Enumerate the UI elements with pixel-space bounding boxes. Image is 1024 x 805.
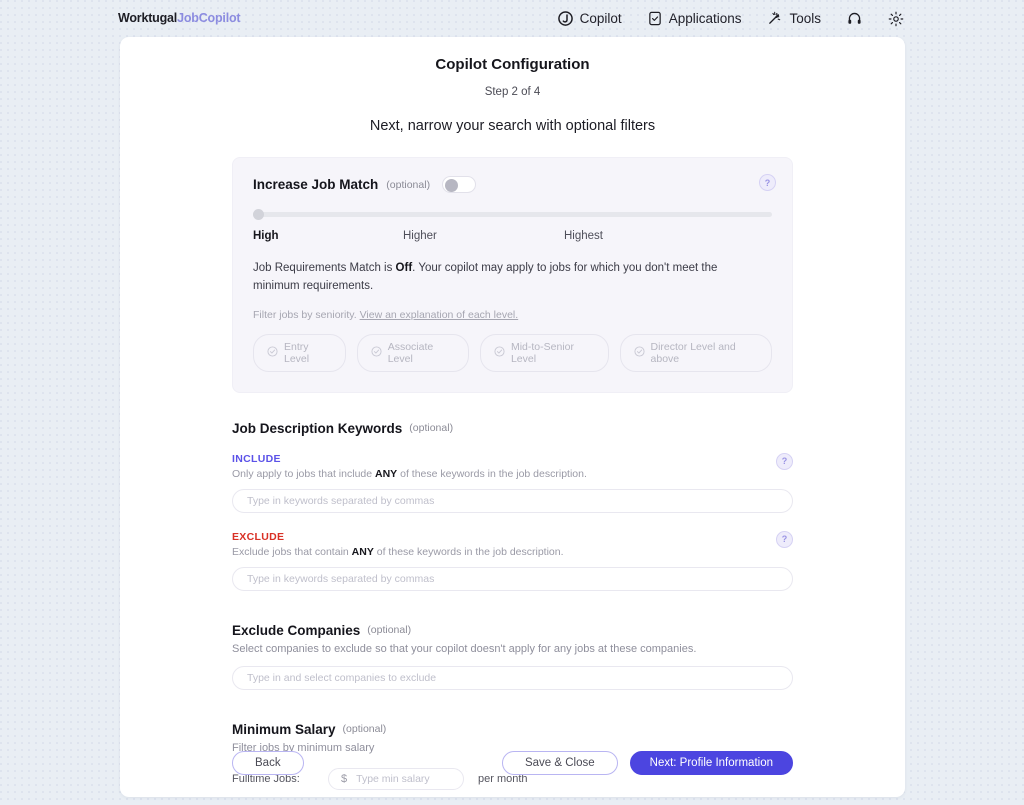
applications-icon: [648, 11, 662, 26]
chip-label: Entry Level: [284, 340, 310, 365]
step-indicator: Step 2 of 4: [484, 86, 541, 98]
gear-icon[interactable]: [888, 11, 904, 27]
nav-item-tools[interactable]: Tools: [767, 11, 821, 26]
job-match-scale: High Higher Highest: [253, 230, 772, 242]
exclude-companies-optional-label: (optional): [367, 624, 412, 637]
exclude-companies-hint: Select companies to exclude so that your…: [232, 642, 697, 655]
page-title: Copilot Configuration: [435, 56, 590, 73]
check-circle-icon: [494, 346, 505, 360]
job-description-keywords-section: Job Description Keywords (optional) ? IN…: [232, 421, 793, 591]
include-hint-prefix: Only apply to jobs that include: [232, 467, 376, 480]
copilot-icon: [557, 11, 573, 26]
include-keywords-group: ? INCLUDE Only apply to jobs that includ…: [232, 452, 793, 513]
job-match-toggle[interactable]: [442, 176, 477, 193]
check-circle-icon: [633, 346, 645, 360]
keywords-optional-label: (optional): [409, 422, 454, 435]
exclude-hint-prefix: Exclude jobs that contain: [232, 545, 352, 558]
description-state: Off: [395, 262, 413, 274]
nav-item-applications[interactable]: Applications: [648, 11, 742, 26]
tools-icon: [767, 11, 782, 26]
scale-label-high: High: [253, 230, 279, 242]
scale-label-highest: Highest: [564, 230, 603, 242]
description-prefix: Job Requirements Match is: [253, 262, 396, 274]
exclude-hint-strong: ANY: [351, 545, 374, 558]
exclude-companies-title: Exclude Companies: [232, 622, 361, 638]
seniority-note-text: Filter jobs by seniority.: [253, 308, 360, 321]
chip-label: Mid-to-Senior Level: [510, 340, 574, 365]
exclude-companies-input[interactable]: [232, 665, 793, 690]
chip-associate-level[interactable]: Associate Level: [356, 333, 469, 372]
minimum-salary-header: Minimum Salary (optional): [232, 722, 793, 737]
job-match-header: Increase Job Match (optional): [253, 176, 772, 193]
nav-item-copilot[interactable]: Copilot: [557, 11, 622, 26]
configuration-card: Copilot Configuration Step 2 of 4 Next, …: [120, 37, 905, 797]
filters-form: ? Increase Job Match (optional) High Hig…: [232, 157, 793, 790]
include-keywords-input[interactable]: [232, 488, 793, 513]
chip-director-level-and-above[interactable]: Director Level and above: [619, 333, 772, 372]
top-bar: WorktugalJobCopilot Copilot Applications…: [0, 0, 1024, 37]
minimum-salary-optional-label: (optional): [342, 723, 387, 736]
main-navigation: Copilot Applications Tools: [557, 0, 904, 37]
job-match-optional-label: (optional): [386, 178, 431, 191]
card-footer: Back Save & Close Next: Profile Informat…: [232, 751, 793, 775]
include-label: INCLUDE: [232, 452, 281, 465]
check-circle-icon: [267, 346, 278, 360]
seniority-explanation-link[interactable]: View an explanation of each level.: [360, 309, 519, 321]
exclude-label: EXCLUDE: [232, 530, 285, 543]
nav-label-tools: Tools: [789, 11, 821, 26]
job-match-help-icon[interactable]: ?: [759, 174, 776, 191]
include-hint: Only apply to jobs that include ANY of t…: [232, 468, 793, 480]
app-logo[interactable]: WorktugalJobCopilot: [118, 11, 241, 25]
include-hint-strong: ANY: [375, 467, 398, 480]
keywords-title: Job Description Keywords: [232, 420, 403, 436]
toggle-knob: [445, 178, 459, 192]
seniority-note: Filter jobs by seniority. View an explan…: [253, 309, 772, 321]
exclude-hint: Exclude jobs that contain ANY of these k…: [232, 546, 793, 558]
chip-label: Associate Level: [387, 340, 434, 365]
include-hint-suffix: of these keywords in the job description…: [397, 467, 587, 480]
slider-thumb[interactable]: [253, 209, 264, 220]
job-match-slider[interactable]: [253, 209, 772, 220]
page-subtitle: Next, narrow your search with optional f…: [369, 118, 656, 134]
seniority-level-chips: Entry Level Associate Level Mid-to-Senio…: [253, 333, 772, 372]
chip-label: Director Level and above: [650, 340, 736, 365]
brand-name: Worktugal: [118, 11, 178, 25]
chip-mid-to-senior-level[interactable]: Mid-to-Senior Level: [479, 333, 609, 372]
include-help-icon[interactable]: ?: [776, 452, 793, 470]
exclude-help-icon[interactable]: ?: [776, 530, 793, 548]
product-name: JobCopilot: [177, 11, 241, 25]
chip-entry-level[interactable]: Entry Level: [253, 333, 346, 372]
keywords-header: Job Description Keywords (optional): [232, 421, 793, 436]
scale-label-higher: Higher: [403, 230, 437, 242]
nav-label-copilot: Copilot: [579, 11, 622, 26]
back-button[interactable]: Back: [232, 751, 304, 775]
exclude-hint-suffix: of these keywords in the job description…: [373, 545, 564, 558]
save-and-close-button[interactable]: Save & Close: [501, 751, 618, 775]
exclude-companies-section: Exclude Companies (optional) Select comp…: [232, 623, 793, 690]
exclude-companies-header: Exclude Companies (optional): [232, 623, 793, 638]
check-circle-icon: [371, 346, 382, 360]
increase-job-match-panel: ? Increase Job Match (optional) High Hig…: [232, 157, 793, 393]
slider-track: [253, 212, 772, 217]
exclude-keywords-group: ? EXCLUDE Exclude jobs that contain ANY …: [232, 530, 793, 591]
nav-label-applications: Applications: [668, 11, 742, 26]
job-match-title: Increase Job Match: [253, 177, 379, 192]
minimum-salary-title: Minimum Salary: [232, 721, 336, 737]
exclude-keywords-input[interactable]: [232, 566, 793, 591]
next-profile-information-button[interactable]: Next: Profile Information: [629, 751, 793, 775]
headset-icon[interactable]: [847, 11, 862, 26]
job-match-description: Job Requirements Match is Off. Your copi…: [253, 260, 733, 296]
